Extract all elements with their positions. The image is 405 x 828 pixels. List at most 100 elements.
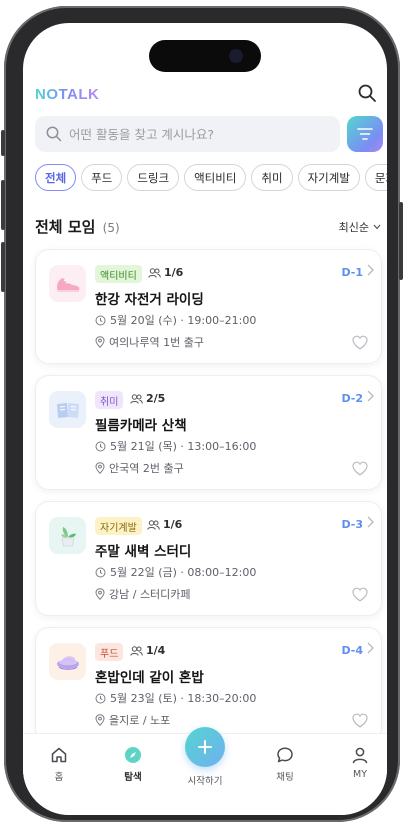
meetup-time: 5월 20일 (수) · 19:00–21:00	[95, 312, 256, 328]
meetup-time: 5월 23일 (토) · 18:30–20:00	[95, 690, 256, 706]
people-icon	[130, 645, 143, 656]
people-icon	[148, 267, 161, 278]
meetup-place: 강남 / 스터디카페	[95, 586, 191, 602]
meetup-place-text: 여의나루역 1번 출구	[109, 336, 204, 349]
meetup-time-text: 5월 23일 (토) · 18:30–20:00	[110, 692, 257, 705]
participants: 2/5	[130, 392, 165, 405]
home-icon	[51, 747, 67, 763]
filter-button[interactable]	[347, 116, 383, 152]
meetup-place: 안국역 2번 출구	[95, 460, 184, 476]
book-thumbnail	[49, 391, 86, 428]
meetup-time: 5월 22일 (금) · 08:00–12:00	[95, 564, 256, 580]
section-count: (5)	[102, 221, 120, 235]
meetup-title: 한강 자전거 라이딩	[95, 292, 204, 308]
section-title: 전체 모임 (5)	[35, 216, 120, 237]
meetup-title: 주말 새벽 스터디	[95, 544, 192, 560]
tab-chat[interactable]: 채팅	[255, 746, 315, 783]
heart-icon[interactable]	[352, 587, 368, 602]
tab-chat-label: 채팅	[276, 772, 294, 783]
app-logo: NOTALK	[35, 86, 100, 103]
meetup-place-text: 을지로 / 노포	[109, 714, 171, 727]
search-bar[interactable]	[35, 116, 340, 152]
chevron-right-icon	[367, 642, 374, 654]
location-pin-icon	[95, 336, 105, 348]
meetup-card[interactable]: 취미 2/5 D-2 필름카메라 산책 5월 21일 (목) · 13:00–1…	[35, 375, 382, 490]
participants: 1/4	[130, 644, 165, 657]
chip-food[interactable]: 푸드	[81, 164, 123, 191]
meetup-card[interactable]: 자기계발 1/6 D-3 주말 새벽 스터디 5월 22일 (금) · 08:0…	[35, 501, 382, 616]
book-icon	[56, 402, 79, 418]
sort-dropdown[interactable]: 최신순	[339, 219, 381, 235]
people-icon	[147, 519, 160, 530]
sneaker-icon	[56, 277, 79, 292]
plant-thumbnail	[49, 517, 86, 554]
volume-down-button	[1, 242, 5, 292]
chevron-right-icon	[367, 390, 374, 402]
phone-frame: NOTALK 전체 푸드 드링크 액티비티 취미	[1, 6, 403, 822]
participants: 1/6	[148, 266, 183, 279]
tab-explore[interactable]: 탐색	[103, 746, 163, 783]
chip-hobby[interactable]: 취미	[251, 164, 293, 191]
section-title-text: 전체 모임	[35, 218, 96, 236]
participants-count: 1/4	[146, 644, 166, 657]
meetup-card[interactable]: 액티비티 1/6 D-1 한강 자전거 라이딩 5월 20일 (수) · 19:…	[35, 249, 382, 364]
volume-up-button	[1, 180, 5, 230]
silent-switch	[1, 130, 5, 156]
category-tag: 자기계발	[95, 517, 142, 535]
d-day-badge: D-1	[341, 266, 363, 279]
tab-home-label: 홈	[54, 772, 64, 783]
compass-icon	[125, 747, 141, 763]
meetup-place: 여의나루역 1번 출구	[95, 334, 204, 350]
chip-drink[interactable]: 드링크	[127, 164, 180, 191]
d-day-badge: D-4	[341, 644, 363, 657]
meetup-time-text: 5월 20일 (수) · 19:00–21:00	[110, 314, 257, 327]
power-button	[399, 202, 403, 280]
chevron-right-icon	[367, 264, 374, 276]
chip-self-development[interactable]: 자기계발	[297, 164, 360, 191]
clock-icon	[95, 315, 106, 325]
participants-count: 1/6	[163, 518, 183, 531]
chevron-right-icon	[367, 516, 374, 528]
participants: 1/6	[147, 518, 182, 531]
participants-count: 2/5	[146, 392, 166, 405]
tab-my[interactable]: MY	[330, 746, 387, 780]
chat-bubble-icon	[277, 747, 293, 763]
chip-culture[interactable]: 문화	[364, 164, 387, 191]
profile-icon	[352, 747, 368, 764]
heart-icon[interactable]	[352, 461, 368, 476]
category-tag: 취미	[95, 391, 124, 409]
tab-my-label: MY	[353, 769, 367, 780]
meetup-time: 5월 21일 (목) · 13:00–16:00	[95, 438, 256, 454]
dish-thumbnail	[49, 643, 86, 680]
screen: NOTALK 전체 푸드 드링크 액티비티 취미	[23, 23, 387, 815]
d-day-badge: D-3	[341, 518, 363, 531]
sort-label: 최신순	[338, 221, 369, 234]
search-input[interactable]	[69, 126, 309, 142]
meetup-place-text: 안국역 2번 출구	[109, 462, 184, 475]
tab-explore-label: 탐색	[124, 772, 142, 783]
tab-home[interactable]: 홈	[29, 746, 89, 783]
heart-icon[interactable]	[352, 713, 368, 728]
meetup-title: 혼밥인데 같이 혼밥	[95, 670, 204, 686]
clock-icon	[95, 567, 106, 577]
meetup-place: 을지로 / 노포	[95, 712, 170, 728]
meetup-card[interactable]: 푸드 1/4 D-4 혼밥인데 같이 혼밥 5월 23일 (토) · 18:30…	[35, 627, 382, 742]
filter-icon	[357, 128, 373, 140]
d-day-badge: D-2	[341, 392, 363, 405]
chip-activity[interactable]: 액티비티	[184, 164, 247, 191]
meetup-time-text: 5월 21일 (목) · 13:00–16:00	[110, 440, 257, 453]
chevron-down-icon	[373, 224, 381, 230]
chip-all[interactable]: 전체	[35, 164, 77, 191]
heart-icon[interactable]	[352, 335, 368, 350]
dish-icon	[56, 655, 79, 670]
dynamic-island	[149, 40, 261, 72]
clock-icon	[95, 693, 106, 703]
people-icon	[130, 393, 143, 404]
start-button[interactable]	[185, 727, 225, 767]
participants-count: 1/6	[164, 266, 184, 279]
search-field-icon	[46, 126, 62, 142]
location-pin-icon	[95, 588, 105, 600]
search-icon[interactable]	[357, 83, 377, 103]
start-button-label: 시작하기	[187, 776, 223, 787]
plant-icon	[60, 526, 76, 546]
